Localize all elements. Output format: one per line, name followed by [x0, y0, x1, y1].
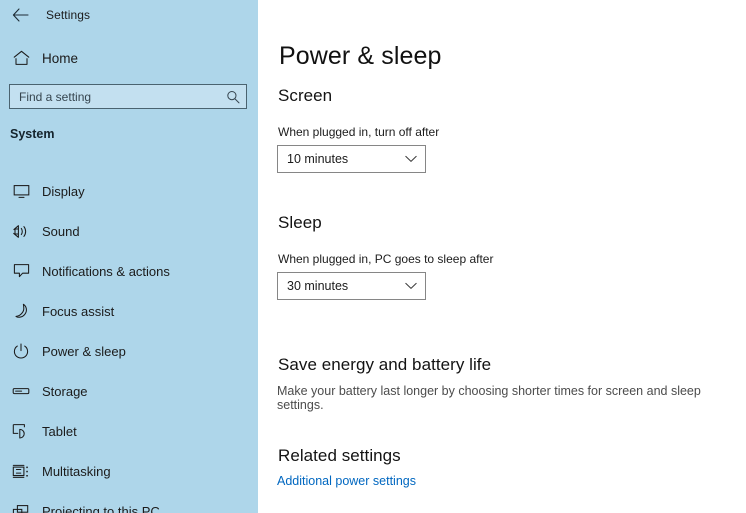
label-screen-turn-off: When plugged in, turn off after — [278, 125, 440, 139]
search-input[interactable] — [10, 85, 220, 108]
section-heading-related-settings: Related settings — [278, 446, 401, 465]
sidebar-item-tablet[interactable]: Tablet — [0, 411, 258, 451]
section-heading-sleep: Sleep — [278, 213, 322, 232]
sidebar-item-focus-assist[interactable]: Focus assist — [0, 291, 258, 331]
chat-bubble-icon — [4, 263, 38, 279]
search-icon[interactable] — [220, 90, 246, 104]
sidebar-label-power-sleep: Power & sleep — [42, 343, 126, 359]
projecting-icon — [4, 504, 38, 513]
sidebar-item-sound[interactable]: Sound — [0, 211, 258, 251]
sidebar-label-storage: Storage — [42, 383, 88, 399]
drive-icon — [4, 386, 38, 396]
page-title: Power & sleep — [279, 42, 442, 70]
sidebar-item-projecting[interactable]: Projecting to this PC — [0, 491, 258, 513]
power-icon — [4, 343, 38, 359]
sidebar-item-storage[interactable]: Storage — [0, 371, 258, 411]
sidebar-item-multitasking[interactable]: Multitasking — [0, 451, 258, 491]
settings-window: Settings Home System — [0, 0, 746, 513]
search-box[interactable] — [9, 84, 247, 109]
label-sleep-after: When plugged in, PC goes to sleep after — [278, 252, 494, 266]
sidebar-label-projecting: Projecting to this PC — [42, 503, 160, 513]
moon-icon — [4, 303, 38, 319]
section-heading-screen: Screen — [278, 86, 333, 105]
sidebar-label-focus-assist: Focus assist — [42, 303, 115, 319]
speaker-icon — [4, 224, 38, 239]
save-energy-description: Make your battery last longer by choosin… — [277, 384, 701, 412]
sidebar-label-display: Display — [42, 183, 85, 199]
title-bar: Settings — [0, 0, 258, 30]
sidebar-label-notifications: Notifications & actions — [42, 263, 170, 279]
sidebar-home-label: Home — [42, 50, 79, 66]
sidebar-nav-list: Display Sound Notifications & actions Fo… — [0, 171, 258, 513]
sleep-timeout-value: 30 minutes — [287, 279, 349, 293]
sidebar-item-notifications[interactable]: Notifications & actions — [0, 251, 258, 291]
back-arrow-icon — [12, 8, 29, 22]
sidebar-label-multitasking: Multitasking — [42, 463, 111, 479]
chevron-down-icon — [405, 282, 417, 290]
sidebar-label-tablet: Tablet — [42, 423, 77, 439]
sidebar-label-sound: Sound — [42, 223, 80, 239]
sidebar-group-label: System — [10, 127, 55, 141]
tablet-icon — [4, 423, 38, 439]
screen-timeout-dropdown[interactable]: 10 minutes — [277, 145, 426, 173]
main-content: Power & sleep Screen When plugged in, tu… — [258, 0, 746, 513]
multitasking-icon — [4, 464, 38, 479]
sidebar-item-home[interactable]: Home — [0, 45, 258, 71]
sidebar-item-display[interactable]: Display — [0, 171, 258, 211]
additional-power-settings-link[interactable]: Additional power settings — [277, 474, 416, 488]
app-title: Settings — [46, 8, 91, 22]
sidebar-item-power-sleep[interactable]: Power & sleep — [0, 331, 258, 371]
sleep-timeout-dropdown[interactable]: 30 minutes — [277, 272, 426, 300]
home-icon — [4, 50, 38, 66]
back-button[interactable] — [0, 0, 40, 30]
section-heading-save-energy: Save energy and battery life — [278, 355, 492, 374]
screen-timeout-value: 10 minutes — [287, 152, 349, 166]
sidebar: Settings Home System — [0, 0, 258, 513]
chevron-down-icon — [405, 155, 417, 163]
monitor-icon — [4, 184, 38, 199]
